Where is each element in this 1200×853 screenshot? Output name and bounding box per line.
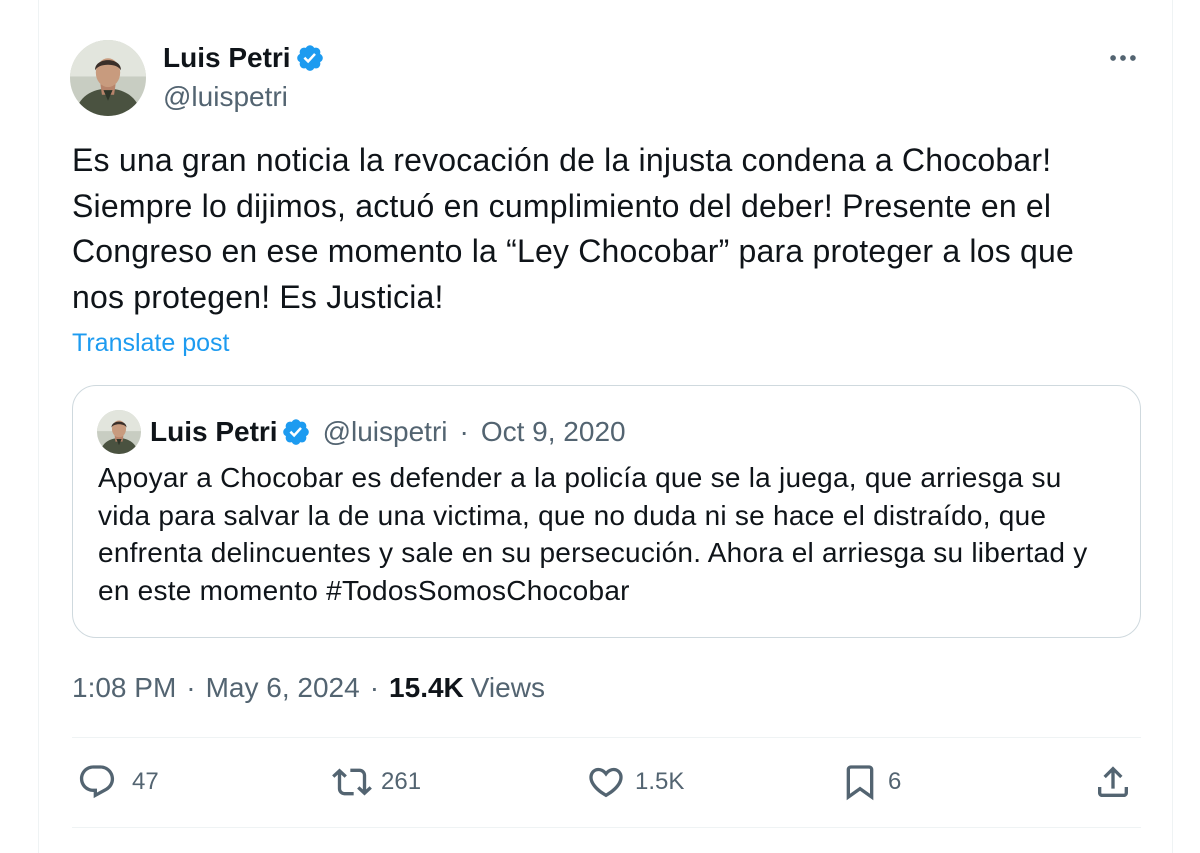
bookmark-count: 6 <box>888 768 902 795</box>
post-text-line: Siempre lo dijimos, actuó en cumplimient… <box>72 187 1052 224</box>
divider <box>72 827 1141 828</box>
post-date: May 6, 2024 <box>205 672 360 703</box>
post-time: 1:08 PM <box>72 672 177 703</box>
author-name-row: Luis Petri <box>163 42 325 74</box>
like-count: 1.5K <box>635 768 685 795</box>
share-button[interactable] <box>1093 762 1133 802</box>
repost-count: 261 <box>381 768 422 795</box>
post-meta: 1:08 PM · May 6, 2024 · 15.4K Views <box>72 672 545 704</box>
post-card: Luis Petri @luispetri Es una gran notici… <box>0 0 1200 853</box>
reply-count: 47 <box>132 768 159 795</box>
repost-button[interactable]: 261 <box>332 762 432 802</box>
repost-icon <box>332 768 372 796</box>
like-button[interactable]: 1.5K <box>586 762 696 802</box>
bookmark-button[interactable]: 6 <box>840 762 910 802</box>
quote-text: Apoyar a Chocobar es defender a la polic… <box>98 459 1087 609</box>
author-name[interactable]: Luis Petri <box>163 42 291 74</box>
post-text-line: Es una gran noticia la revocación de la … <box>72 142 1052 178</box>
author-avatar[interactable] <box>70 40 146 116</box>
post-text-line: nos protegen! Es Justicia! <box>72 278 444 315</box>
more-horizontal-icon <box>1110 55 1136 61</box>
meta-separator: · <box>369 672 380 703</box>
quote-author-handle: @luispetri <box>322 416 448 447</box>
reply-icon <box>79 765 115 799</box>
post-text: Es una gran noticia la revocación de la … <box>72 138 1074 320</box>
author-handle[interactable]: @luispetri <box>163 81 288 113</box>
quote-separator: · <box>459 416 469 447</box>
quote-text-line: Apoyar a Chocobar es defender a la polic… <box>98 462 1062 493</box>
verified-badge-icon <box>281 417 311 447</box>
quoted-post[interactable]: Luis Petri @luispetri · Oct 9, 2020 Apoy… <box>72 385 1141 638</box>
share-icon <box>1098 766 1128 797</box>
views-count: 15.4K <box>389 672 464 703</box>
views-label: Views <box>470 672 545 703</box>
translate-post-link[interactable]: Translate post <box>72 328 229 358</box>
post-timestamp-link[interactable]: 1:08 PM · May 6, 2024 <box>72 672 360 703</box>
reply-button[interactable]: 47 <box>77 762 177 802</box>
quote-text-line: en este momento #TodosSomosChocobar <box>98 574 630 606</box>
quote-text-line: vida para salvar la de una victima, que … <box>98 499 1047 531</box>
verified-badge-icon[interactable] <box>295 43 325 73</box>
divider <box>72 737 1141 738</box>
profile-photo-icon <box>97 410 141 454</box>
post-text-line: Congreso en ese momento la “Ley Chocobar… <box>72 233 1075 269</box>
quote-author-name: Luis Petri <box>150 416 278 447</box>
quote-date: Oct 9, 2020 <box>480 416 626 447</box>
quote-header: Luis Petri @luispetri · Oct 9, 2020 <box>150 416 626 448</box>
quote-text-line: enfrenta delincuentes y sale en su perse… <box>98 537 1088 568</box>
meta-separator: · <box>186 672 196 703</box>
more-options-button[interactable] <box>1103 38 1143 78</box>
heart-icon <box>589 767 623 798</box>
quote-author-avatar <box>97 410 141 454</box>
profile-photo-icon <box>70 40 146 116</box>
bookmark-icon <box>846 765 874 801</box>
